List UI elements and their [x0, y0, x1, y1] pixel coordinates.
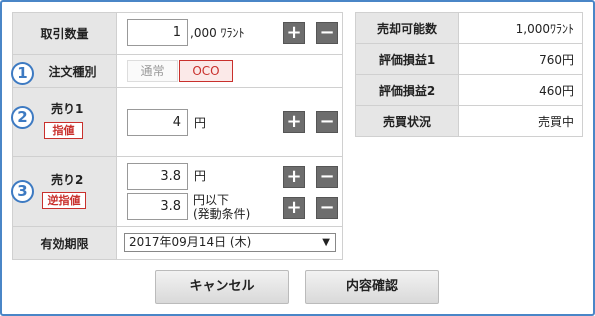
- sell2-price-input[interactable]: 3.8: [127, 163, 188, 190]
- sell2-trigger-plus-button[interactable]: +: [283, 197, 305, 219]
- step-2-icon: 2: [11, 106, 34, 129]
- trade-status-label: 売買状況: [355, 105, 459, 137]
- sell2-label: 売り2: [51, 173, 84, 187]
- trade-status-value: 売買中: [458, 105, 583, 137]
- quantity-input[interactable]: 1: [127, 19, 188, 46]
- sellable-qty-label: 売却可能数: [355, 12, 459, 44]
- sell2-stop-badge: 逆指値: [42, 192, 86, 209]
- quantity-unit: ,000 ﾜﾗﾝﾄ: [190, 26, 245, 40]
- step-3-icon: 3: [11, 180, 34, 203]
- sell2-trigger-condition: (発動条件): [193, 207, 251, 221]
- chevron-down-icon: ▼: [322, 237, 330, 248]
- sell2-trigger-minus-button[interactable]: −: [316, 197, 338, 219]
- sell1-price-input[interactable]: 4: [127, 109, 188, 136]
- sell1-limit-badge: 指値: [44, 122, 83, 139]
- sell2-trigger-input[interactable]: 3.8: [127, 193, 188, 220]
- expiry-select[interactable]: 2017年09月14日 (木) ▼: [124, 233, 336, 252]
- pnl1-label: 評価損益1: [355, 43, 459, 75]
- confirm-button[interactable]: 内容確認: [305, 270, 439, 304]
- pnl2-label: 評価損益2: [355, 74, 459, 106]
- cancel-button[interactable]: キャンセル: [155, 270, 289, 304]
- pnl1-value: 760円: [458, 43, 583, 75]
- sellable-qty-value: 1,000ﾜﾗﾝﾄ: [458, 12, 583, 44]
- expiry-label: 有効期限: [12, 226, 117, 260]
- sell2-unit: 円: [194, 169, 207, 183]
- quantity-label: 取引数量: [12, 12, 117, 55]
- sell1-label: 売り1: [51, 102, 84, 116]
- quantity-cell: 1 ,000 ﾜﾗﾝﾄ + −: [116, 12, 343, 55]
- sell1-cell: 4 円 + −: [116, 87, 343, 157]
- quantity-minus-button[interactable]: −: [316, 22, 338, 44]
- summary-table: 売却可能数 1,000ﾜﾗﾝﾄ 評価損益1 760円 評価損益2 460円 売買…: [355, 12, 583, 137]
- sell1-minus-button[interactable]: −: [316, 111, 338, 133]
- sell2-plus-button[interactable]: +: [283, 166, 305, 188]
- expiry-value: 2017年09月14日 (木): [129, 235, 252, 249]
- step-1-icon: 1: [11, 62, 34, 85]
- order-form-table: 取引数量 1 ,000 ﾜﾗﾝﾄ + − 注文種別 通常 OCO 売り1 指値 …: [12, 12, 343, 260]
- sell2-trigger-unit: 円以下: [193, 193, 230, 207]
- sell1-unit: 円: [194, 116, 207, 130]
- pnl2-value: 460円: [458, 74, 583, 106]
- quantity-plus-button[interactable]: +: [283, 22, 305, 44]
- order-type-label: 注文種別: [48, 64, 97, 79]
- sell2-cell: 3.8 円 3.8 円以下 (発動条件) + − + −: [116, 156, 343, 227]
- order-type-cell: 通常 OCO: [116, 54, 343, 88]
- order-type-oco-tab[interactable]: OCO: [179, 60, 233, 82]
- sell2-minus-button[interactable]: −: [316, 166, 338, 188]
- sell1-plus-button[interactable]: +: [283, 111, 305, 133]
- order-type-normal-tab[interactable]: 通常: [127, 60, 178, 82]
